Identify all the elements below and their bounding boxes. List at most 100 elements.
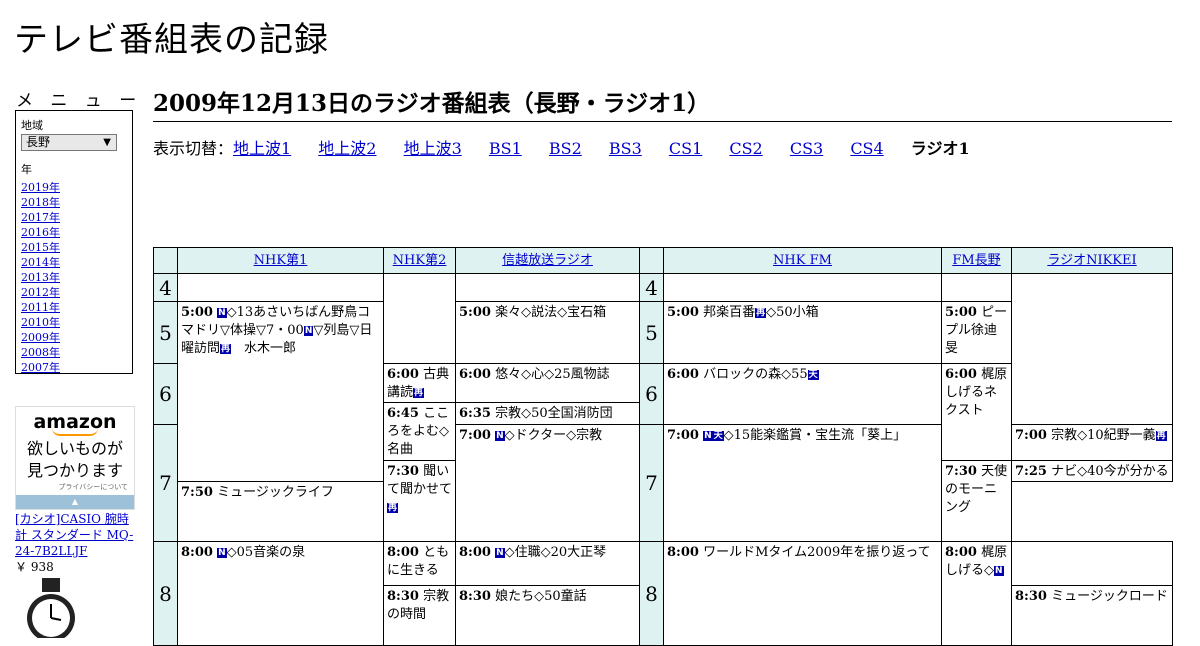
year-link-2015[interactable]: 2015年 (21, 241, 60, 254)
program-cell[interactable]: 8:00 N◇住職◇20大正琴 (455, 541, 640, 586)
program-cell[interactable]: 6:00 古典講読再 (383, 363, 456, 403)
site-title: テレビ番組表の記録 (14, 20, 329, 60)
hour-cell: 7 (153, 424, 178, 542)
year-link-2018[interactable]: 2018年 (21, 196, 60, 209)
switch-link-bs2[interactable]: BS2 (549, 139, 582, 158)
channel-link-fmnagano[interactable]: FM長野 (952, 253, 1000, 268)
region-value: 長野 (26, 135, 51, 149)
channel-switcher: 表示切替：地上波1 地上波2 地上波3 BS1 BS2 BS3 CS1 CS2 … (153, 135, 992, 159)
switch-label: 表示切替： (153, 139, 234, 158)
year-link-2007[interactable]: 2007年 (21, 361, 60, 374)
year-link-2011[interactable]: 2011年 (21, 301, 60, 314)
program-cell[interactable]: 8:30 宗教の時間 (383, 585, 456, 646)
watch-image-icon[interactable] (18, 578, 84, 638)
switch-link-terrestrial3[interactable]: 地上波3 (404, 139, 462, 158)
news-icon: N (994, 566, 1004, 576)
channel-link-sbc[interactable]: 信越放送ラジオ (502, 253, 593, 268)
program-cell[interactable]: 7:50 ミュージックライフ (177, 481, 384, 542)
program-cell (383, 273, 456, 364)
switch-link-terrestrial2[interactable]: 地上波2 (318, 139, 376, 158)
hour-cell: 5 (153, 301, 178, 364)
program-cell[interactable]: 5:00 N◇13あさいちばん野鳥コマドリ▽体操▽7・00N▽列島▽日曜訪問再 … (177, 301, 384, 482)
program-cell[interactable]: 5:00 楽々◇説法◇宝石箱 (455, 301, 640, 364)
program-cell[interactable]: 8:30 娘たち◇50童話 (455, 585, 640, 646)
program-cell (177, 273, 384, 302)
news-icon: N (495, 431, 505, 441)
ad-product-price: ￥ 938 (15, 560, 54, 574)
switch-link-bs1[interactable]: BS1 (489, 139, 522, 158)
switch-link-cs2[interactable]: CS2 (729, 139, 762, 158)
program-cell[interactable]: 6:45 こころをよむ◇名曲 (383, 402, 456, 461)
program-cell[interactable]: 5:00 邦楽百番再◇50小箱 (663, 301, 942, 364)
header-hour-left (153, 247, 178, 274)
year-list: 2019年 2018年 2017年 2016年 2015年 2014年 2013… (21, 180, 127, 375)
switch-link-cs1[interactable]: CS1 (669, 139, 702, 158)
hour-cell: 6 (153, 363, 178, 425)
channel-link-nikkei[interactable]: ラジオNIKKEI (1047, 253, 1136, 268)
year-link-2017[interactable]: 2017年 (21, 211, 60, 224)
channel-header-nhk2: NHK第2 (383, 247, 456, 274)
news-icon: N (217, 308, 227, 318)
year-label: 年 (21, 163, 32, 176)
program-cell[interactable]: 8:00 ともに生きる (383, 541, 456, 586)
program-cell[interactable]: 6:35 宗教◇50全国消防団 (455, 402, 640, 425)
ad-product: [カシオ]CASIO 腕時計 スタンダード MQ-24-7B2LLJF ￥ 93… (15, 511, 140, 575)
year-link-2014[interactable]: 2014年 (21, 256, 60, 269)
program-cell[interactable]: 7:00 N◇ドクター◇宗教 (455, 424, 640, 542)
year-link-2010[interactable]: 2010年 (21, 316, 60, 329)
year-link-2016[interactable]: 2016年 (21, 226, 60, 239)
program-cell[interactable]: 8:30 ミュージックロード (1011, 585, 1173, 646)
switch-link-terrestrial1[interactable]: 地上波1 (233, 139, 291, 158)
year-link-2013[interactable]: 2013年 (21, 271, 60, 284)
program-cell[interactable]: 7:00 宗教◇10紀野一義再 (1011, 424, 1173, 461)
program-cell[interactable] (1011, 541, 1173, 586)
program-cell (455, 273, 640, 302)
hour-cell: 7 (639, 424, 664, 542)
switch-link-bs3[interactable]: BS3 (609, 139, 642, 158)
ad-privacy-link[interactable]: プライバシーについて (16, 482, 134, 492)
news-icon: N (703, 431, 713, 441)
rerun-icon: 再 (1155, 431, 1167, 441)
channel-link-nhk1[interactable]: NHK第1 (254, 253, 308, 268)
year-link-2012[interactable]: 2012年 (21, 286, 60, 299)
news-icon: N (303, 326, 314, 336)
hour-cell: 4 (639, 273, 664, 302)
program-cell[interactable]: 5:00 ピープル徐迪旻 (941, 301, 1012, 364)
ad-copy-line1: 欲しいものが (26, 439, 123, 458)
program-cell[interactable]: 7:00 N 天◇15能楽鑑賞・宝生流「葵上」 (663, 424, 942, 542)
switch-link-cs4[interactable]: CS4 (850, 139, 883, 158)
program-cell[interactable]: 7:30 天使のモーニング (941, 460, 1012, 542)
switch-current: ラジオ1 (910, 139, 970, 158)
switch-link-cs3[interactable]: CS3 (790, 139, 823, 158)
dropdown-arrow-icon: ▼ (103, 137, 111, 148)
rerun-icon: 再 (220, 344, 232, 354)
header-hour-right (639, 247, 664, 274)
news-icon: N (217, 548, 227, 558)
weather-icon: 天 (807, 370, 819, 380)
region-label: 地域 (21, 119, 43, 132)
rerun-icon: 再 (413, 388, 425, 398)
hour-cell: 5 (639, 301, 664, 364)
program-cell[interactable]: 7:25 ナビ◇40今が分かる (1011, 460, 1173, 482)
program-cell (941, 273, 1012, 302)
region-select[interactable]: 長野 ▼ (21, 134, 117, 151)
page-title: 2009年12月13日のラジオ番組表（長野・ラジオ1） (153, 84, 1172, 122)
program-cell[interactable]: 6:00 悠々◇心◇25風物誌 (455, 363, 640, 403)
year-link-2008[interactable]: 2008年 (21, 346, 60, 359)
hour-cell: 6 (639, 363, 664, 425)
channel-link-nhkfm[interactable]: NHK FM (773, 253, 832, 268)
program-cell[interactable]: 6:00 梶原しげるネクスト (941, 363, 1012, 461)
year-link-2009[interactable]: 2009年 (21, 331, 60, 344)
menu-heading: メ ニ ュ ー (16, 91, 143, 111)
ad-collapse-icon[interactable]: ▲ (16, 495, 134, 509)
program-cell[interactable]: 7:30 聞いて聞かせて再 (383, 460, 456, 542)
hour-cell: 4 (153, 273, 178, 302)
year-link-2019[interactable]: 2019年 (21, 181, 60, 194)
ad-product-link[interactable]: [カシオ]CASIO 腕時計 スタンダード MQ-24-7B2LLJF (15, 512, 133, 558)
program-cell[interactable]: 6:00 バロックの森◇55天 (663, 363, 942, 425)
rerun-icon: 再 (755, 308, 767, 318)
channel-link-nhk2[interactable]: NHK第2 (393, 253, 447, 268)
schedule-table: NHK第1 NHK第2 信越放送ラジオ NHK FM FM長野 ラジオNIKKE… (153, 247, 1173, 646)
channel-header-fmnagano: FM長野 (941, 247, 1012, 274)
amazon-ad-banner[interactable]: amazon 欲しいものが 見つかります プライバシーについて ▲ (15, 406, 135, 510)
